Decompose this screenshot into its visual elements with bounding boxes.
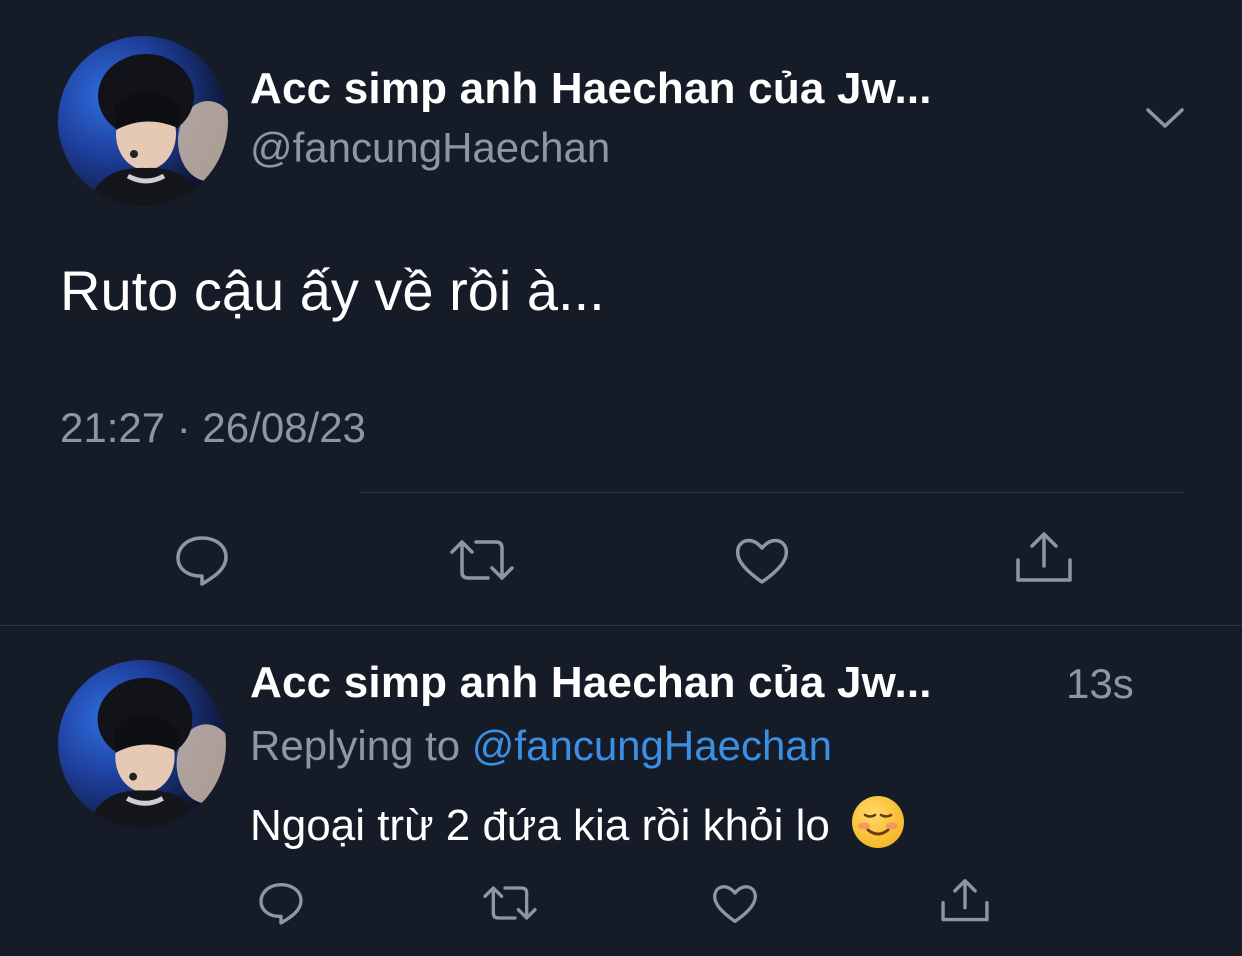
reply-text-line: Ngoại trừ 2 đứa kia rồi khỏi lo	[250, 796, 905, 851]
divider	[0, 625, 1242, 626]
avatar-image	[87, 677, 226, 828]
chevron-down-icon[interactable]	[1140, 100, 1190, 136]
avatar[interactable]	[58, 660, 226, 828]
reply-text: Ngoại trừ 2 đứa kia rồi khỏi lo	[250, 801, 830, 850]
reply-icon[interactable]	[256, 878, 306, 928]
display-name[interactable]: Acc simp anh Haechan của Jw...	[250, 658, 932, 708]
retweet-icon[interactable]	[480, 878, 540, 928]
tweet-timestamp: 21:27 · 26/08/23	[60, 404, 366, 451]
replying-to-label: Replying to	[250, 722, 472, 769]
tweet-text: Ruto cậu ấy về rồi à...	[60, 259, 605, 322]
avatar[interactable]	[58, 36, 228, 206]
avatar-image	[88, 54, 228, 206]
display-name[interactable]: Acc simp anh Haechan của Jw...	[250, 64, 932, 114]
like-icon[interactable]	[732, 530, 792, 590]
reply-time: 13s	[1066, 660, 1134, 707]
divider	[360, 492, 1184, 493]
retweet-icon[interactable]	[446, 530, 518, 590]
share-icon[interactable]	[938, 874, 992, 928]
reply-icon[interactable]	[172, 530, 232, 590]
tweet-thread-screen: { "main_tweet": { "display_name": "Acc s…	[0, 0, 1242, 956]
username-handle[interactable]: @fancungHaechan	[250, 124, 610, 172]
smiling-face-with-blush-emoji	[852, 796, 905, 848]
like-icon[interactable]	[710, 878, 760, 928]
share-icon[interactable]	[1012, 526, 1076, 590]
replying-to-line: Replying to @fancungHaechan	[250, 722, 832, 770]
mention-link[interactable]: @fancungHaechan	[472, 722, 832, 769]
